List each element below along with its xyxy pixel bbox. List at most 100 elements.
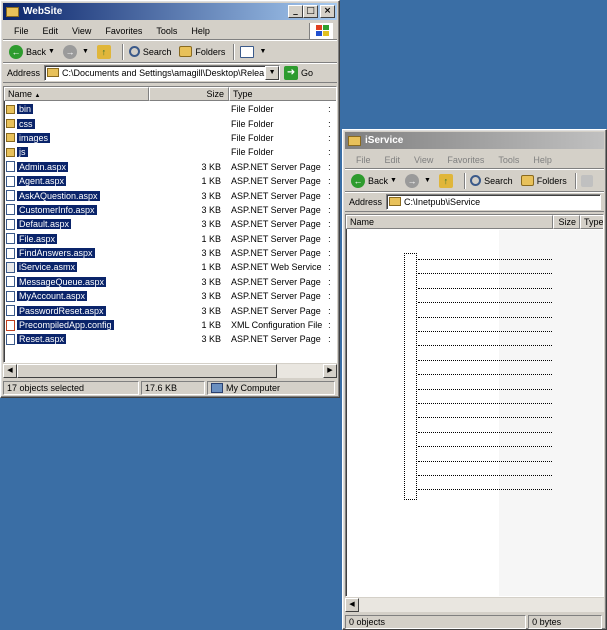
scroll-right-icon[interactable]: ▶ [323,364,337,378]
iservice-titlebar[interactable]: iService [345,132,604,149]
website-window[interactable]: WebSite _ □ × File Edit View Favorites T… [0,0,340,398]
column-size[interactable]: Size [553,215,580,229]
menu-view[interactable]: View [407,155,440,165]
close-button[interactable]: × [320,5,335,18]
folders-button[interactable]: Folders [520,175,567,186]
file-name: Default.aspx [17,219,72,230]
menu-favorites[interactable]: Favorites [440,155,491,165]
chevron-down-icon[interactable]: ▼ [259,48,266,55]
file-list[interactable]: Name Size Type [345,214,604,597]
aspx-file-icon [6,305,15,317]
menu-view[interactable]: View [65,26,98,36]
chevron-down-icon[interactable]: ▼ [82,48,89,55]
address-input[interactable]: C:\Documents and Settings\amagill\Deskto… [44,64,281,81]
search-button[interactable]: Search [470,175,513,186]
file-row[interactable]: js File Folder: [4,145,336,159]
scrollbar-thumb[interactable] [17,364,277,378]
file-name-cell[interactable]: MessageQueue.aspx [4,276,148,288]
file-name-cell[interactable]: Admin.aspx [4,161,148,173]
file-name-cell[interactable]: Agent.aspx [4,175,148,187]
go-button[interactable]: ➜ Go [284,65,313,80]
menu-tools[interactable]: Tools [149,26,184,36]
column-name[interactable]: Name ▲ [4,87,149,101]
file-size: 1 KB [201,262,221,273]
views-button[interactable]: ▼ [240,45,266,58]
maximize-button[interactable]: □ [303,5,318,18]
search-button[interactable]: Search [128,46,171,57]
chevron-down-icon[interactable]: ▼ [390,177,397,184]
file-row[interactable]: Agent.aspx 1 KB ASP.NET Server Page: [4,174,336,188]
address-label: Address [349,196,383,207]
chevron-down-icon[interactable]: ▼ [265,65,280,80]
back-button[interactable]: ← Back ▼ [351,173,397,188]
file-name-cell[interactable]: js [4,147,148,158]
chevron-down-icon[interactable]: ▼ [48,48,55,55]
file-list[interactable]: Name ▲ Size Type bin File Folder: css File … [3,86,337,363]
file-name-cell[interactable]: images [4,132,148,143]
file-name-cell[interactable]: File.aspx [4,233,148,245]
file-name-cell[interactable]: AskAQuestion.aspx [4,190,148,202]
aspx-file-icon [6,175,15,187]
address-input[interactable]: C:\Inetpub\iService [386,193,602,210]
file-row[interactable]: Reset.aspx 3 KB ASP.NET Server Page: [4,332,336,346]
forward-button[interactable]: → ▼ [404,173,431,188]
column-type[interactable]: Type [580,215,603,229]
column-type[interactable]: Type [229,87,336,101]
menu-tools[interactable]: Tools [491,155,526,165]
file-name-cell[interactable]: FindAnswers.aspx [4,247,148,259]
file-name-cell[interactable]: css [4,118,148,129]
file-row[interactable]: PrecompiledApp.config 1 KB XML Configurati… [4,318,336,332]
file-row[interactable]: File.aspx 1 KB ASP.NET Server Page: [4,232,336,246]
file-name-cell[interactable]: Reset.aspx [4,333,148,345]
minimize-button[interactable]: _ [288,5,303,18]
file-row[interactable]: bin File Folder: [4,102,336,116]
file-name-cell[interactable]: bin [4,104,148,115]
menu-edit[interactable]: Edit [378,155,408,165]
move-to-button[interactable] [581,174,596,187]
file-name-cell[interactable]: CustomerInfo.aspx [4,204,148,216]
drag-ghost-row [418,345,552,347]
file-row[interactable]: AskAQuestion.aspx 3 KB ASP.NET Server Page… [4,188,336,202]
menu-file[interactable]: File [7,26,36,36]
file-type: ASP.NET Server Page [230,291,321,302]
file-name-cell[interactable]: Default.aspx [4,218,148,230]
file-row[interactable]: FindAnswers.aspx 3 KB ASP.NET Server Page: [4,246,336,260]
horizontal-scrollbar[interactable]: ◀ ▶ [3,364,337,378]
forward-arrow-icon: → [62,44,77,59]
scroll-left-icon[interactable]: ◀ [345,598,359,612]
file-row[interactable]: Admin.aspx 3 KB ASP.NET Server Page: [4,160,336,174]
aspx-file-icon [6,218,15,230]
file-name-cell[interactable]: iService.asmx [4,261,148,273]
file-name-cell[interactable]: PasswordReset.aspx [4,305,148,317]
chevron-down-icon[interactable]: ▼ [424,177,431,184]
file-row[interactable]: CustomerInfo.aspx 3 KB ASP.NET Server Page… [4,203,336,217]
file-row[interactable]: MessageQueue.aspx 3 KB ASP.NET Server Page… [4,275,336,289]
file-row[interactable]: PasswordReset.aspx 3 KB ASP.NET Server Pag… [4,303,336,317]
folders-button[interactable]: Folders [179,46,225,57]
menu-edit[interactable]: Edit [36,26,66,36]
file-row[interactable]: css File Folder: [4,116,336,130]
menu-help[interactable]: Help [526,155,559,165]
file-row[interactable]: MyAccount.aspx 3 KB ASP.NET Server Page: [4,289,336,303]
file-row[interactable]: Default.aspx 3 KB ASP.NET Server Page: [4,217,336,231]
file-row[interactable]: iService.asmx 1 KB ASP.NET Web Service: [4,260,336,274]
forward-button[interactable]: → ▼ [62,44,89,59]
scroll-left-icon[interactable]: ◀ [3,364,17,378]
windows-logo-icon [309,23,333,39]
file-name-cell[interactable]: PrecompiledApp.config [4,319,148,331]
file-name-cell[interactable]: MyAccount.aspx [4,290,148,302]
back-button[interactable]: ← Back ▼ [9,44,55,59]
up-button[interactable]: ↑ [438,173,456,188]
menu-file[interactable]: File [349,155,378,165]
menu-favorites[interactable]: Favorites [98,26,149,36]
file-name: PrecompiledApp.config [17,320,114,331]
horizontal-scrollbar[interactable]: ◀ [345,598,604,612]
up-button[interactable]: ↑ [96,44,114,59]
file-row[interactable]: images File Folder: [4,131,336,145]
website-titlebar[interactable]: WebSite _ □ × [3,3,337,20]
iservice-window[interactable]: iService File Edit View Favorites Tools … [342,129,607,630]
column-name[interactable]: Name [346,215,553,229]
drag-ghost-row [418,431,552,433]
column-size[interactable]: Size [149,87,229,101]
menu-help[interactable]: Help [184,26,217,36]
